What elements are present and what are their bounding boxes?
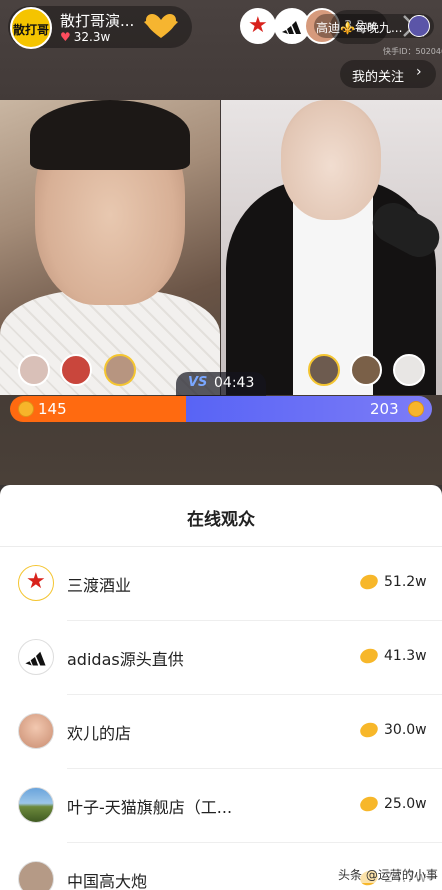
left-supporter-avatar-2[interactable] xyxy=(60,354,92,386)
audience-row[interactable]: 欢儿的店 30.0w xyxy=(0,695,442,769)
right-supporter-avatar-3[interactable] xyxy=(393,354,425,386)
pk-score-bar xyxy=(10,396,432,422)
coin-icon xyxy=(408,401,424,417)
host-avatar[interactable]: 散打哥 xyxy=(10,7,52,49)
coin-icon xyxy=(358,720,380,740)
audience-avatar xyxy=(18,787,54,823)
host-name: 散打哥演... xyxy=(60,12,135,30)
host-likes: ♥ 32.3w xyxy=(60,30,110,44)
audience-name: 三渡酒业 xyxy=(67,576,132,595)
audience-contribution: 25.0w xyxy=(384,796,427,812)
pk-timer: 04:43 xyxy=(214,375,255,391)
my-follow-label: 我的关注 xyxy=(352,70,405,85)
left-supporter-avatar-3[interactable] xyxy=(104,354,136,386)
pk-score-bar-left xyxy=(10,396,186,422)
host-avatar-text: 散打哥 xyxy=(12,23,49,37)
host-hair xyxy=(30,100,190,170)
coin-icon xyxy=(358,646,380,666)
audience-row[interactable]: 叶子-天猫旗舰店（工... 25.0w xyxy=(0,769,442,843)
audience-avatar xyxy=(18,713,54,749)
audience-name: 欢儿的店 xyxy=(67,724,132,743)
watermark: 头条 @运营的小事 xyxy=(338,866,438,883)
coin-icon xyxy=(358,794,380,814)
room-id: 快手ID：50204684 xyxy=(383,47,442,56)
audience-avatar xyxy=(18,639,54,675)
adidas-logo-icon xyxy=(25,651,46,666)
opponent-name: 高迪⚜️每晚九... xyxy=(316,21,403,35)
opponent-face xyxy=(281,100,381,220)
host-likes-count: 32.3w xyxy=(73,30,111,44)
heart-icon: ♥ xyxy=(60,30,71,44)
opponent-avatar[interactable] xyxy=(408,15,430,37)
audience-name: adidas源头直供 xyxy=(67,650,184,669)
pk-video-right[interactable] xyxy=(221,100,442,395)
left-supporter-avatar-1[interactable] xyxy=(18,354,50,386)
right-supporter-avatar-2[interactable] xyxy=(350,354,382,386)
audience-row[interactable]: adidas源头直供 41.3w xyxy=(0,621,442,695)
audience-name: 叶子-天猫旗舰店（工... xyxy=(67,798,233,817)
vs-icon: VS xyxy=(188,375,208,390)
pk-right-score: 203 xyxy=(370,400,399,418)
audience-contribution: 41.3w xyxy=(384,648,427,664)
star-logo-icon: ★ xyxy=(26,569,46,594)
star-logo-icon: ★ xyxy=(248,13,268,38)
coin-icon xyxy=(18,401,34,417)
gold-heart-follow-icon[interactable] xyxy=(142,12,180,40)
audience-contribution: 30.0w xyxy=(384,722,427,738)
coin-icon xyxy=(358,572,380,592)
sheet-title: 在线观众 xyxy=(187,510,255,530)
audience-row[interactable]: ★ 三渡酒业 51.2w xyxy=(0,547,442,621)
right-supporter-avatar-1[interactable] xyxy=(308,354,340,386)
audience-contribution: 51.2w xyxy=(384,574,427,590)
chevron-right-icon: › xyxy=(416,64,422,80)
top-viewer-avatar-1[interactable]: ★ xyxy=(240,8,276,44)
audience-name: 中国高大炮 xyxy=(67,872,148,890)
audience-avatar xyxy=(18,861,54,890)
pk-left-score: 145 xyxy=(38,400,67,418)
pk-video-left[interactable] xyxy=(0,100,220,395)
audience-avatar: ★ xyxy=(18,565,54,601)
